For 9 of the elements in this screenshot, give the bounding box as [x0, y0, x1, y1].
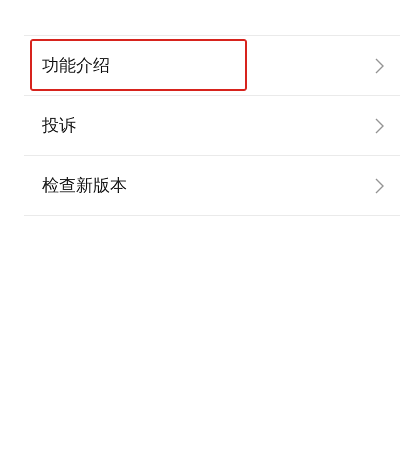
chevron-right-icon [375, 178, 384, 194]
chevron-right-icon [375, 118, 384, 134]
menu-label: 投诉 [42, 115, 76, 137]
menu-item[interactable]: 投诉 [24, 96, 400, 156]
menu-item[interactable]: 功能介绍 [24, 36, 400, 96]
chevron-right-icon [375, 58, 384, 74]
menu-item[interactable]: 检查新版本 [24, 156, 400, 216]
menu-label: 功能介绍 [42, 55, 110, 77]
menu-label: 检查新版本 [42, 175, 127, 197]
